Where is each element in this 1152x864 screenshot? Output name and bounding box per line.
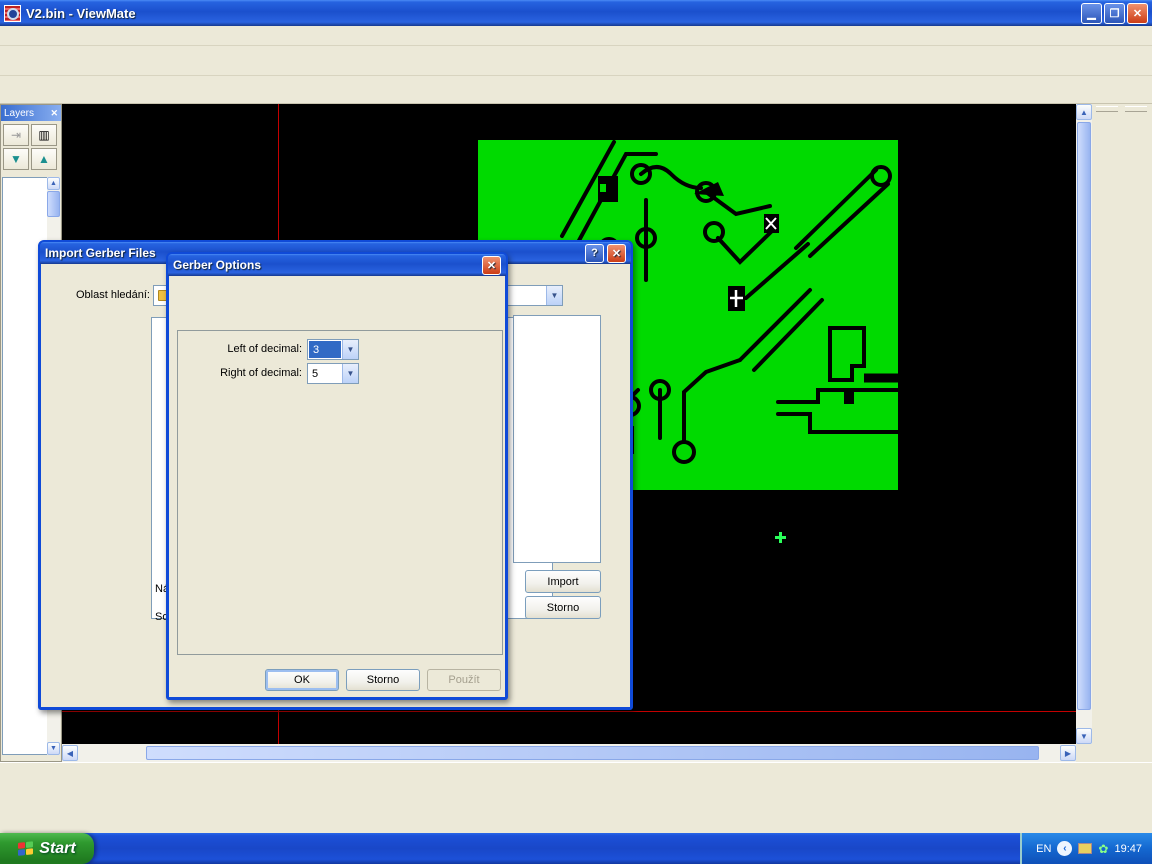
system-tray: EN ‹ ✿ 19:47 bbox=[1020, 833, 1152, 864]
gerber-dialog-titlebar[interactable]: Gerber Options ✕ bbox=[168, 254, 506, 276]
layers-scroll-up-icon[interactable]: ▲ bbox=[47, 177, 60, 190]
taskbar: Start EN ‹ ✿ 19:47 bbox=[0, 833, 1152, 864]
right-of-decimal-combo[interactable]: 5 ▼ bbox=[307, 363, 359, 384]
selected-files-list[interactable] bbox=[513, 315, 601, 563]
language-indicator[interactable]: EN bbox=[1036, 843, 1051, 855]
layers-scroll-down-icon[interactable]: ▼ bbox=[47, 742, 60, 755]
start-label: Start bbox=[39, 840, 75, 858]
layer-down-button[interactable]: ▼ bbox=[3, 148, 29, 170]
close-button[interactable]: ✕ bbox=[1127, 3, 1148, 24]
crosshair-horizontal bbox=[62, 711, 1076, 712]
scroll-left-icon[interactable]: ◀ bbox=[62, 745, 78, 761]
import-cancel-button[interactable]: Storno bbox=[525, 596, 601, 619]
windows-logo-icon bbox=[18, 841, 34, 857]
filter-toolbar bbox=[0, 76, 1152, 104]
main-toolbar bbox=[0, 46, 1152, 76]
gerber-dialog-title: Gerber Options bbox=[173, 258, 261, 272]
vertical-scrollbar[interactable]: ▲ ▼ bbox=[1076, 104, 1092, 744]
ok-button[interactable]: OK bbox=[265, 669, 339, 691]
app-icon bbox=[4, 5, 21, 22]
scroll-right-icon[interactable]: ▶ bbox=[1060, 745, 1076, 761]
screen: { "window": {"title": "V2.bin - ViewMate… bbox=[0, 0, 1152, 864]
tray-flower-icon[interactable]: ✿ bbox=[1098, 842, 1108, 856]
gerber-options-dialog: Gerber Options ✕ Left of decimal: 3 ▼ Ri… bbox=[166, 252, 508, 700]
layer-film-button[interactable]: ▥ bbox=[31, 124, 57, 146]
right-of-decimal-label: Right of decimal: bbox=[177, 367, 302, 379]
tray-card-icon[interactable] bbox=[1078, 843, 1092, 854]
restore-button[interactable]: ❐ bbox=[1104, 3, 1125, 24]
clock: 19:47 bbox=[1114, 843, 1142, 855]
gerber-close-button[interactable]: ✕ bbox=[482, 256, 501, 275]
left-of-decimal-label: Left of decimal: bbox=[177, 343, 302, 355]
start-button[interactable]: Start bbox=[0, 833, 94, 864]
layer-insert-button[interactable]: ⇥ bbox=[3, 124, 29, 146]
right-of-decimal-arrow-icon[interactable]: ▼ bbox=[342, 364, 358, 383]
minimize-button[interactable]: ▁ bbox=[1081, 3, 1102, 24]
layers-close-icon[interactable]: ✕ bbox=[50, 108, 58, 119]
import-close-button[interactable]: ✕ bbox=[607, 244, 626, 263]
import-button[interactable]: Import bbox=[525, 570, 601, 593]
layer-up-button[interactable]: ▲ bbox=[31, 148, 57, 170]
layers-panel-header[interactable]: Layers ✕ bbox=[1, 105, 61, 121]
scroll-down-icon[interactable]: ▼ bbox=[1076, 728, 1092, 744]
import-dialog-title: Import Gerber Files bbox=[45, 246, 156, 260]
status-toolbar-2 bbox=[0, 790, 1152, 818]
menu-bar bbox=[0, 26, 1152, 46]
origin-marker bbox=[775, 532, 786, 543]
window-title: V2.bin - ViewMate bbox=[26, 6, 1079, 21]
left-of-decimal-combo[interactable]: 3 ▼ bbox=[307, 339, 359, 360]
right-toolbars bbox=[1092, 104, 1152, 833]
apply-button[interactable]: Použít bbox=[427, 669, 501, 691]
left-of-decimal-arrow-icon[interactable]: ▼ bbox=[342, 340, 358, 359]
right-of-decimal-value: 5 bbox=[308, 364, 342, 383]
scroll-up-icon[interactable]: ▲ bbox=[1076, 104, 1092, 120]
gerber-cancel-button[interactable]: Storno bbox=[346, 669, 420, 691]
vertical-scroll-thumb[interactable] bbox=[1077, 122, 1091, 710]
window-titlebar: V2.bin - ViewMate ▁ ❐ ✕ bbox=[0, 0, 1152, 26]
tray-chevron-icon[interactable]: ‹ bbox=[1057, 841, 1072, 856]
left-of-decimal-value: 3 bbox=[309, 341, 341, 358]
horizontal-scroll-thumb[interactable] bbox=[146, 746, 1039, 760]
layers-panel-title: Layers bbox=[4, 108, 34, 119]
horizontal-scrollbar[interactable]: ◀ ▶ bbox=[62, 744, 1076, 762]
search-area-label: Oblast hledání: bbox=[55, 289, 150, 301]
folder-combo-arrow-icon[interactable]: ▼ bbox=[546, 286, 562, 305]
import-help-button[interactable]: ? bbox=[585, 244, 604, 263]
status-toolbar-1 bbox=[0, 762, 1152, 790]
